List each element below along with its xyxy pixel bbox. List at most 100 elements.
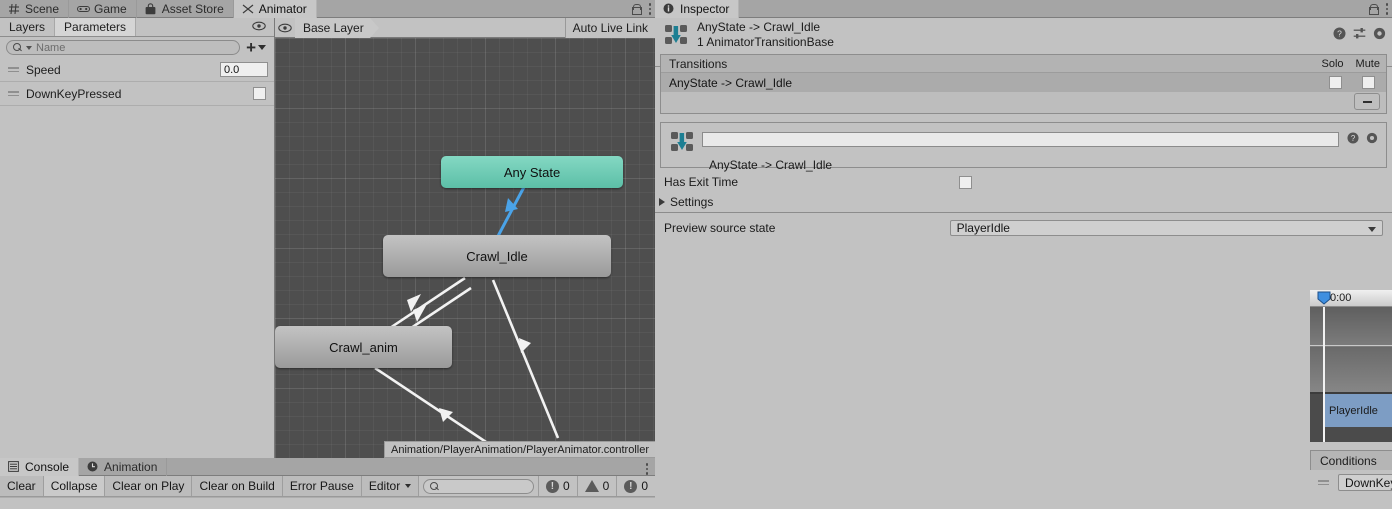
parameter-value-input[interactable]: 0.0 [220, 62, 268, 77]
timeline-tick-label-0: 0:00 [1330, 292, 1352, 304]
console-search-input[interactable] [423, 479, 534, 494]
collapse-button[interactable]: Collapse [43, 476, 106, 496]
state-node-any-state[interactable]: Any State [441, 156, 623, 188]
kebab-menu-icon[interactable] [645, 463, 648, 475]
timeline-clip-playeridle-1[interactable]: PlayerIdle [1323, 394, 1392, 427]
info-icon [663, 3, 675, 15]
auto-live-link-label: Auto Live Link [572, 21, 648, 35]
state-node-crawl-idle[interactable]: Crawl_Idle [383, 235, 611, 277]
console-icon [8, 461, 20, 473]
chevron-down-icon [1368, 227, 1376, 232]
clear-on-play-button[interactable]: Clear on Play [105, 476, 193, 496]
preview-source-state-label: Preview source state [664, 221, 776, 235]
lock-icon[interactable] [1368, 3, 1379, 15]
error-counter[interactable]: ! 0 [537, 476, 577, 496]
chevron-down-icon [405, 484, 412, 488]
transition-icon [670, 130, 694, 154]
conditions-section: Conditions DownKeyPressed true + − [1310, 450, 1392, 509]
kebab-menu-icon[interactable] [648, 3, 651, 15]
inspector-header-icons: ? [1333, 27, 1386, 43]
remove-transition-button[interactable] [1354, 93, 1380, 110]
preset-icon[interactable] [1353, 27, 1366, 43]
tab-console-label: Console [25, 460, 70, 474]
graph-eye-icon[interactable] [275, 23, 295, 33]
transitions-footer [661, 92, 1386, 113]
drag-handle-icon[interactable] [1318, 478, 1329, 487]
inspector-subtitle: 1 AnimatorTransitionBase [697, 35, 834, 49]
transitions-box: Transitions Solo Mute AnyState -> Crawl_… [660, 54, 1387, 114]
parameter-row-downkeypressed[interactable]: DownKeyPressed [0, 82, 274, 106]
chevron-right-icon [659, 198, 665, 206]
inspector-tab-strip: Inspector [655, 0, 1392, 18]
gear-icon[interactable] [1366, 132, 1378, 147]
timeline-body[interactable]: PlayerIdle PlayerIdle Crawl_Idle [1310, 307, 1392, 442]
parameter-value-checkbox[interactable] [253, 87, 266, 100]
settings-label: Settings [670, 195, 714, 209]
parameter-row-speed[interactable]: Speed 0.0 [0, 58, 274, 82]
parameter-search-input[interactable]: Name [6, 40, 241, 55]
clear-button[interactable]: Clear [0, 476, 44, 496]
transition-list-item[interactable]: AnyState -> Crawl_Idle [661, 73, 1386, 92]
tab-animation[interactable]: Animation [79, 458, 168, 476]
state-node-crawl-anim[interactable]: Crawl_anim [275, 326, 452, 368]
editor-dropdown[interactable]: Editor [361, 476, 420, 496]
lock-icon[interactable] [631, 3, 642, 15]
mute-checkbox[interactable] [1362, 76, 1375, 89]
transition-detail-box: ? AnyState -> Crawl_Idle [660, 122, 1387, 172]
animator-state-graph[interactable]: Any State Crawl_Idle Crawl_anim [275, 38, 655, 458]
tab-animator[interactable]: Animator [233, 0, 317, 18]
drag-handle-icon[interactable] [8, 89, 19, 98]
drag-handle-icon[interactable] [8, 65, 19, 74]
clear-on-build-label: Clear on Build [199, 479, 275, 493]
tab-game[interactable]: Game [69, 0, 137, 18]
mute-label: Mute [1355, 58, 1380, 70]
animator-graph-toolbar: Base Layer Auto Live Link [275, 17, 655, 38]
transition-list-item-label: AnyState -> Crawl_Idle [669, 75, 793, 90]
inspector-title: AnyState -> Crawl_Idle [697, 20, 821, 34]
warning-count: 0 [602, 479, 610, 493]
eye-toggle[interactable] [244, 18, 274, 36]
console-log-list[interactable] [0, 497, 655, 509]
subtab-parameters[interactable]: Parameters [55, 18, 137, 36]
warning-icon [584, 480, 599, 492]
subtab-layers[interactable]: Layers [0, 18, 56, 36]
error-icon: ! [545, 479, 559, 493]
error-pause-button[interactable]: Error Pause [282, 476, 362, 496]
tab-console[interactable]: Console [0, 458, 80, 476]
clear-on-build-button[interactable]: Clear on Build [192, 476, 283, 496]
timeline-ruler[interactable]: 0:00 0:01 [1310, 290, 1392, 307]
tab-inspector-label: Inspector [680, 2, 730, 16]
breadcrumb-base-layer[interactable]: Base Layer [295, 17, 370, 38]
add-parameter-button[interactable]: + [246, 37, 270, 57]
conditions-header: Conditions [1310, 450, 1392, 470]
condition-parameter-dropdown[interactable]: DownKeyPressed [1338, 474, 1392, 491]
preview-source-state-dropdown[interactable]: PlayerIdle [949, 220, 1383, 236]
timeline-playhead[interactable] [1323, 307, 1325, 442]
kebab-menu-icon[interactable] [1385, 3, 1388, 15]
settings-foldout[interactable]: Settings [655, 192, 1392, 212]
transition-name-input[interactable] [702, 132, 1339, 147]
help-icon[interactable]: ? [1347, 132, 1359, 147]
breadcrumb-label: Base Layer [303, 20, 364, 35]
console-tab-strip: Console Animation [0, 458, 655, 476]
transition-preview-timeline[interactable]: 0:00 0:01 PlayerIdle [1310, 290, 1392, 442]
tab-scene[interactable]: Scene [0, 0, 70, 18]
warning-counter[interactable]: 0 [576, 476, 617, 496]
condition-parameter-value: DownKeyPressed [1345, 475, 1392, 490]
eye-icon [252, 20, 266, 34]
tab-asset-store[interactable]: Asset Store [137, 0, 234, 18]
help-icon[interactable]: ? [1333, 27, 1346, 43]
solo-mute-headers: Solo Mute [1322, 55, 1381, 73]
search-dropdown-icon[interactable] [26, 45, 32, 50]
info-counter[interactable]: ! 0 [616, 476, 655, 496]
auto-live-link-button[interactable]: Auto Live Link [564, 18, 655, 38]
solo-checkbox[interactable] [1329, 76, 1342, 89]
gear-icon[interactable] [1373, 27, 1386, 43]
timeline-clip-label: PlayerIdle [1329, 404, 1378, 417]
playhead-handle-icon[interactable] [1317, 291, 1331, 305]
plus-icon: + [246, 37, 256, 57]
animator-window: Scene Game Asset Store Animator Layers P… [0, 0, 655, 458]
has-exit-time-checkbox[interactable] [959, 175, 972, 189]
detail-divider [655, 212, 1392, 213]
tab-inspector[interactable]: Inspector [655, 0, 740, 18]
